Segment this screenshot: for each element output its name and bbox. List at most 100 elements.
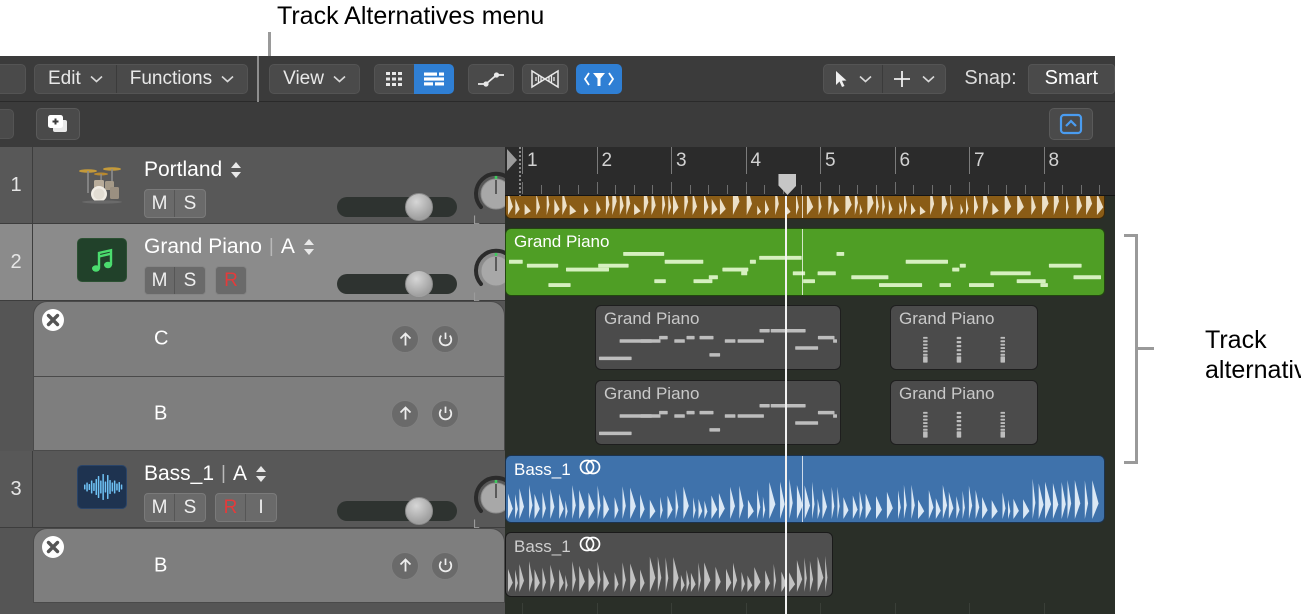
track-alternative-lane: Bass_1 xyxy=(505,528,1115,603)
snap-value-dropdown[interactable]: Smart xyxy=(1028,64,1115,94)
track-button-row: MSR xyxy=(144,266,247,295)
track-header-2[interactable]: 2Grand Piano|AMSRLR xyxy=(0,224,505,301)
volume-slider-knob[interactable] xyxy=(405,497,433,525)
track-alternative-controls xyxy=(391,552,459,580)
region-inactive[interactable]: Grand Piano xyxy=(595,380,841,445)
track-alternatives-menu-icon[interactable] xyxy=(302,237,316,257)
track-header-3[interactable]: 3Bass_1|AMSRILR xyxy=(0,451,505,528)
ruler-tick xyxy=(708,185,709,194)
ruler-bar-number: 2 xyxy=(597,148,613,173)
ruler-bar-number: 1 xyxy=(522,148,538,173)
power-icon[interactable] xyxy=(431,325,459,353)
add-track-icon[interactable] xyxy=(36,108,80,140)
track-name-area[interactable]: Bass_1|A xyxy=(144,462,268,486)
toolbar-divider xyxy=(257,56,259,102)
track-lane-3: Bass_1 xyxy=(505,451,1115,528)
grid-view-icon[interactable] xyxy=(374,64,414,94)
track-alternative-letter: A xyxy=(281,235,295,259)
volume-slider-knob[interactable] xyxy=(405,193,433,221)
automation-curve-icon[interactable] xyxy=(468,64,514,94)
ruler-tick xyxy=(1025,185,1026,194)
region-bass[interactable]: Bass_1 xyxy=(505,455,1105,523)
ruler-tick xyxy=(541,185,542,194)
mute-button[interactable]: M xyxy=(145,190,175,217)
solo-button[interactable]: S xyxy=(175,190,205,217)
arrow-up-icon[interactable] xyxy=(391,552,419,580)
subbar-right xyxy=(505,102,1115,147)
region-inactive[interactable]: Grand Piano xyxy=(890,380,1038,445)
arrow-up-icon[interactable] xyxy=(391,325,419,353)
track-name-area[interactable]: Portland xyxy=(144,158,243,182)
close-circle-icon[interactable] xyxy=(41,535,65,559)
menu-edit[interactable]: Edit xyxy=(35,65,117,93)
tracks-canvas: DrummerGrand PianoGrand PianoGrand Piano… xyxy=(505,147,1115,614)
region-inactive[interactable]: Bass_1 xyxy=(505,532,833,597)
mute-button[interactable]: M xyxy=(145,494,175,521)
flex-time-icon[interactable] xyxy=(522,64,568,94)
toolbar-partial-button-left[interactable] xyxy=(0,64,26,94)
track-lane-2: Grand Piano xyxy=(505,224,1115,301)
track-header-1[interactable]: 1PortlandMSLR xyxy=(0,147,505,224)
record-enable-button[interactable]: R xyxy=(216,267,246,294)
region-inactive[interactable]: Grand Piano xyxy=(595,305,841,370)
track-alternative-label: C xyxy=(154,328,168,351)
power-icon[interactable] xyxy=(431,552,459,580)
menu-view[interactable]: View xyxy=(270,65,359,93)
ruler-tick xyxy=(1006,185,1007,194)
track-name-label: Portland xyxy=(144,158,222,182)
track-header-body[interactable]: Bass_1|AMSRILR xyxy=(33,451,505,528)
track-name-area[interactable]: Grand Piano|A xyxy=(144,235,316,259)
region-piano[interactable]: Grand Piano xyxy=(505,228,1105,296)
track-alternative-row[interactable]: B xyxy=(33,376,505,451)
track-alternative-lane: Grand Piano Grand Piano xyxy=(505,376,1115,451)
volume-slider[interactable] xyxy=(337,197,457,217)
menu-functions[interactable]: Functions xyxy=(117,65,247,93)
ruler-tick xyxy=(950,185,951,194)
list-view-icon[interactable] xyxy=(414,64,454,94)
volume-slider[interactable] xyxy=(337,274,457,294)
audio-waveform-icon[interactable] xyxy=(77,465,127,509)
ruler-tick xyxy=(634,185,635,194)
view-mode-toggle-group xyxy=(374,64,454,94)
region-inactive[interactable]: Grand Piano xyxy=(890,305,1038,370)
input-monitor-button[interactable]: I xyxy=(246,494,276,521)
solo-button[interactable]: S xyxy=(175,494,205,521)
power-icon[interactable] xyxy=(431,400,459,428)
ruler-tick xyxy=(671,182,672,194)
track-alternatives-menu-icon[interactable] xyxy=(229,160,243,180)
drum-kit-icon[interactable] xyxy=(77,161,127,205)
timeline-ruler[interactable]: 12345678 xyxy=(505,147,1115,196)
region-split-line xyxy=(802,229,803,295)
track-header-body[interactable]: Grand Piano|AMSRLR xyxy=(33,224,505,301)
track-alternative-controls xyxy=(391,400,459,428)
callout-right-line2: alternatives xyxy=(1205,355,1301,385)
menu-functions-label: Functions xyxy=(130,68,212,90)
track-alternative-row[interactable]: C xyxy=(33,301,505,376)
show-hide-chevron-icon[interactable] xyxy=(1049,108,1093,140)
volume-slider-knob[interactable] xyxy=(405,270,433,298)
track-header-body[interactable]: PortlandMSLR xyxy=(33,147,505,224)
pointer-tool-icon[interactable] xyxy=(824,65,883,93)
track-alternative-controls xyxy=(391,325,459,353)
crosshair-tool-icon[interactable] xyxy=(883,65,945,93)
volume-slider[interactable] xyxy=(337,501,457,521)
close-circle-icon[interactable] xyxy=(41,308,65,332)
callout-right-leader-line xyxy=(1138,347,1154,350)
mute-solo-group: MS xyxy=(144,493,206,522)
subbar-partial-button[interactable] xyxy=(0,109,14,139)
mute-solo-group: MS xyxy=(144,266,206,295)
flex-pitch-icon[interactable] xyxy=(576,64,622,94)
main-toolbar: Edit Functions View xyxy=(0,56,1115,102)
ruler-tick xyxy=(690,185,691,194)
arrow-up-icon[interactable] xyxy=(391,400,419,428)
track-alternative-label: B xyxy=(154,554,167,577)
track-alternatives-menu-icon[interactable] xyxy=(254,464,268,484)
music-note-icon[interactable] xyxy=(77,238,127,282)
mute-button[interactable]: M xyxy=(145,267,175,294)
ruler-tick xyxy=(615,185,616,194)
record-enable-button[interactable]: R xyxy=(216,494,246,521)
ruler-tick xyxy=(1081,185,1082,194)
solo-button[interactable]: S xyxy=(175,267,205,294)
logic-pro-window: Edit Functions View xyxy=(0,56,1115,614)
track-alternative-row[interactable]: B xyxy=(33,528,505,603)
